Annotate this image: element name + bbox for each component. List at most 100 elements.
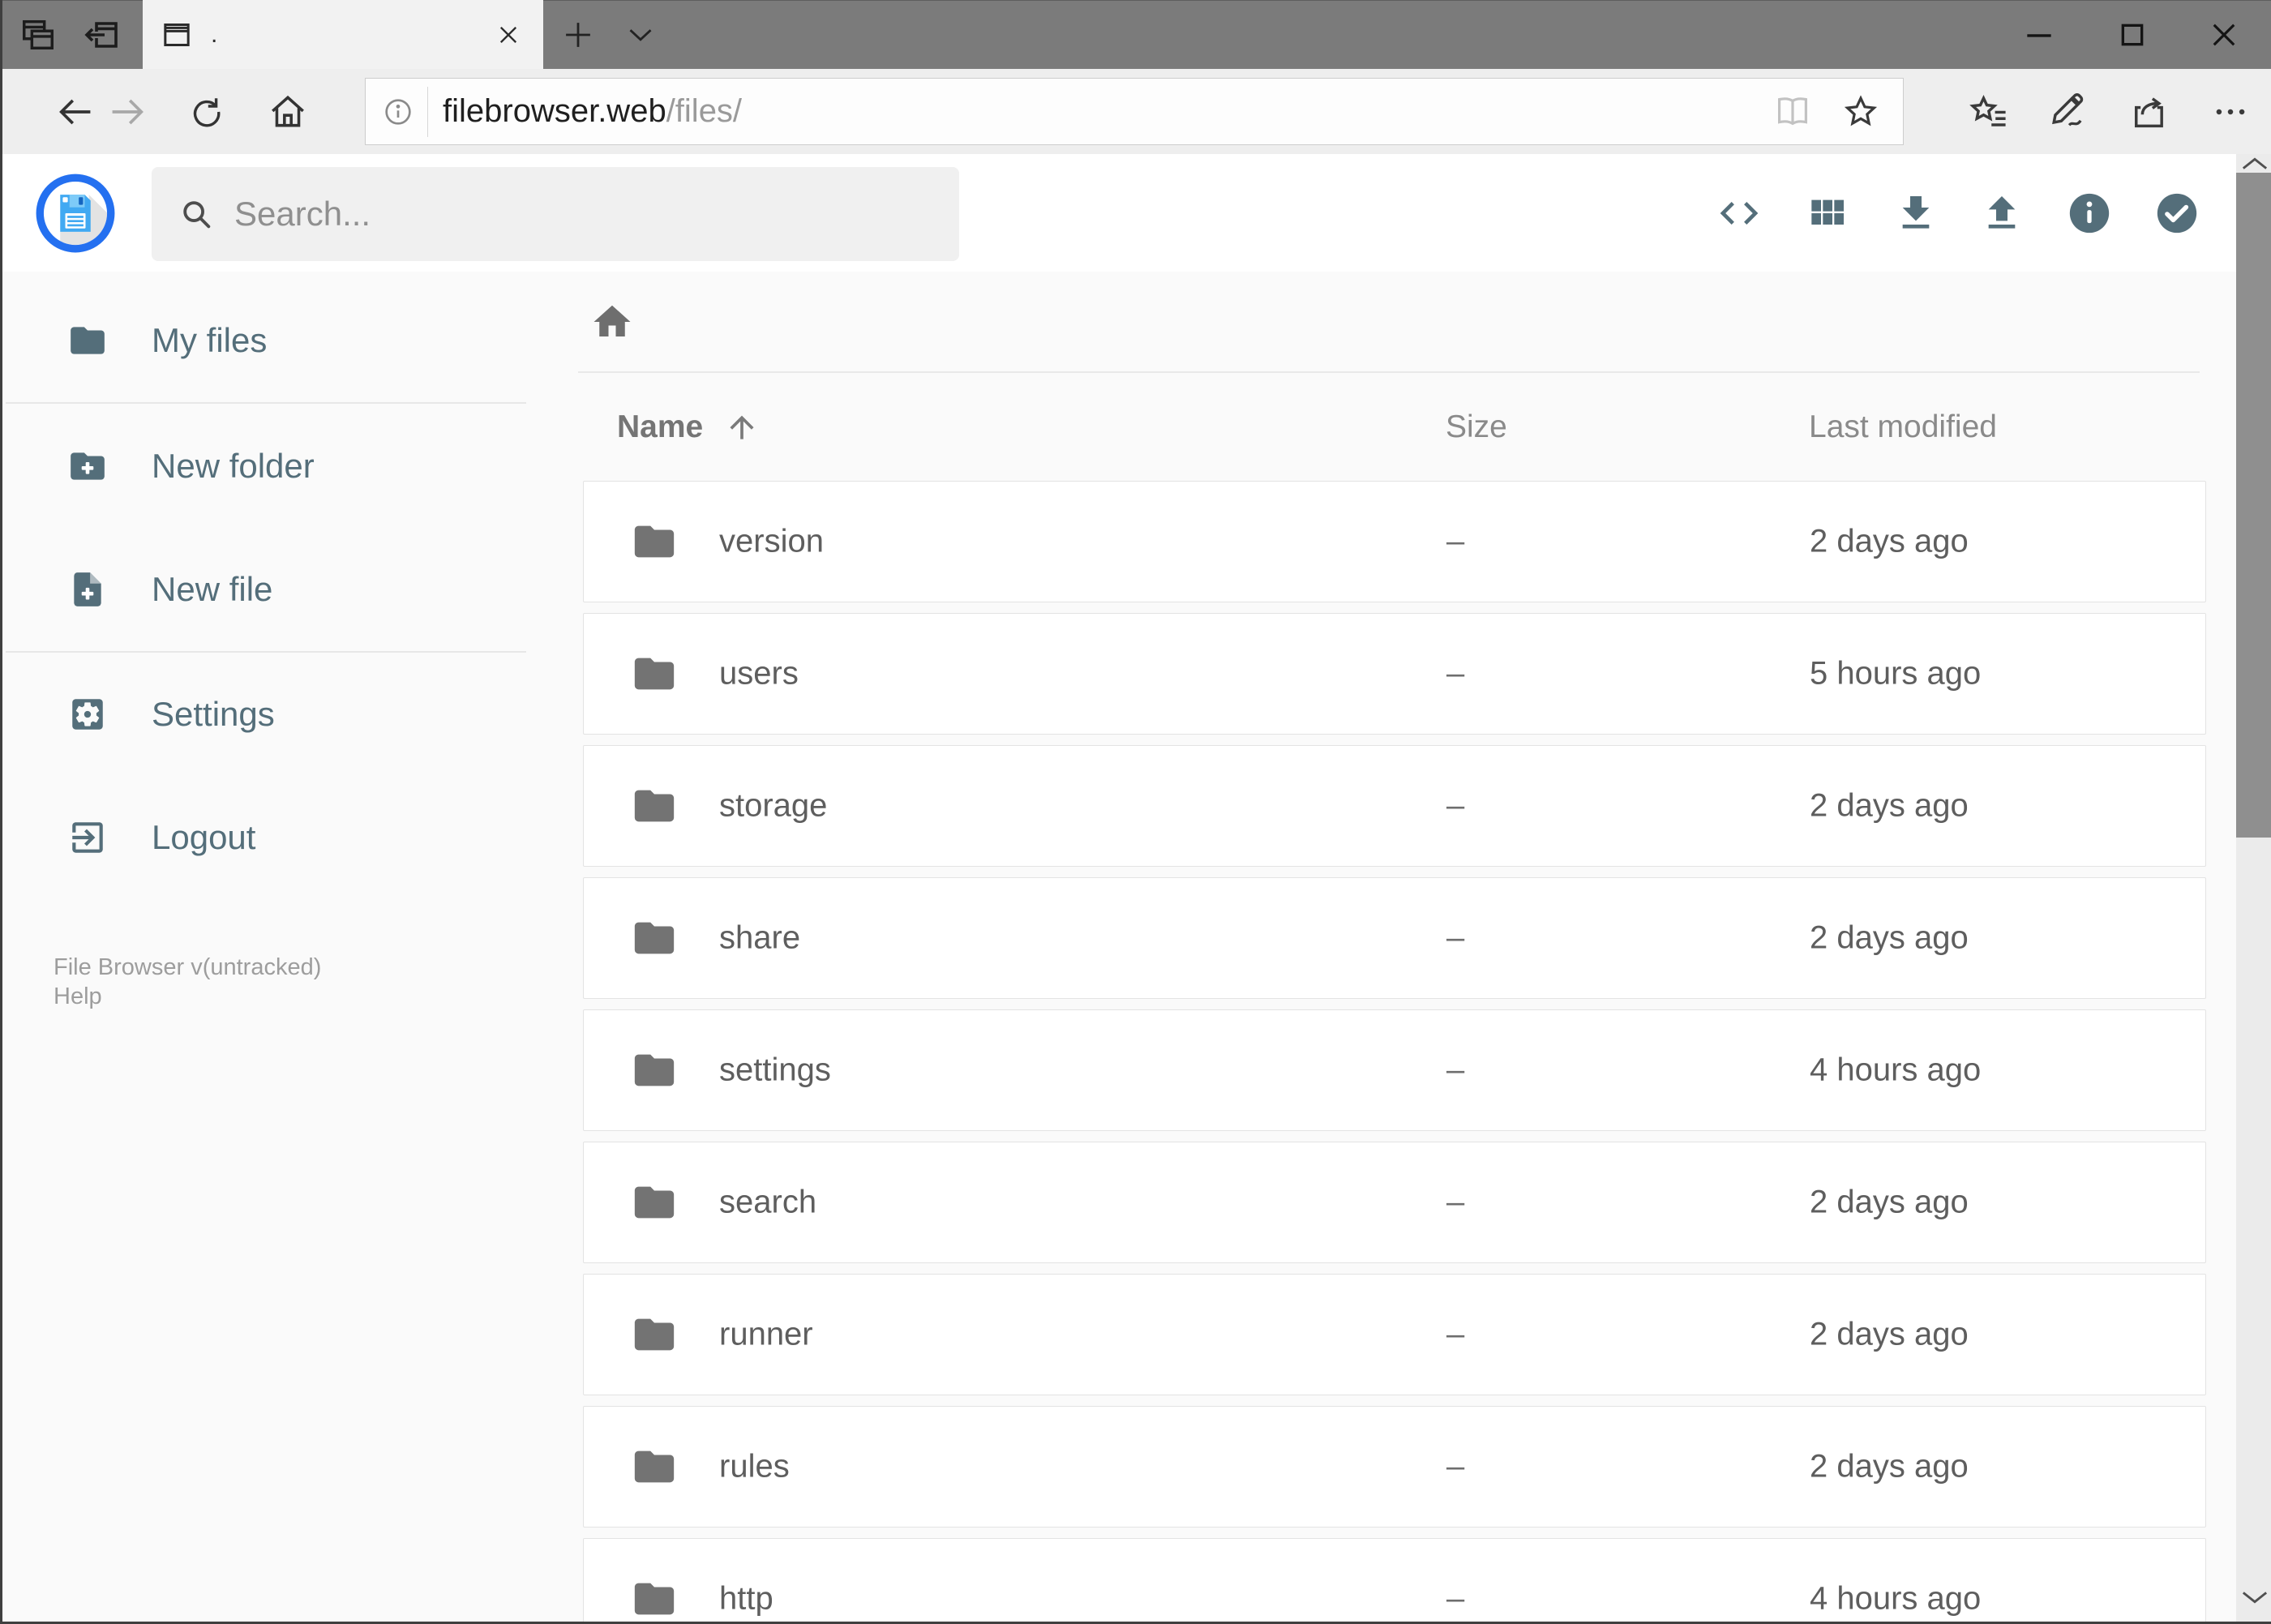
row-size: – — [1446, 1580, 1465, 1617]
scroll-down-button[interactable] — [2236, 1588, 2271, 1607]
row-modified: 2 days ago — [1810, 1316, 1969, 1352]
reading-view-icon[interactable] — [1773, 92, 1812, 131]
home-button[interactable] — [262, 69, 314, 154]
address-separator — [427, 86, 428, 137]
scrollbar-thumb[interactable] — [2236, 173, 2271, 838]
column-modified-label: Last modified — [1809, 409, 1997, 444]
url-text: filebrowser.web/files/ — [443, 93, 1773, 130]
file-row-version[interactable]: version – 2 days ago — [583, 481, 2206, 602]
minimize-button[interactable] — [1999, 0, 2080, 69]
restore-tabs-icon — [82, 15, 121, 54]
row-name: runner — [719, 1316, 813, 1352]
forward-button[interactable] — [101, 69, 153, 154]
sidebar-item-label: New file — [152, 570, 273, 608]
search-icon — [178, 195, 215, 233]
app-credits: File Browser v(untracked) Help — [54, 953, 321, 1011]
restore-tabs-button[interactable] — [80, 0, 122, 69]
folder-icon — [631, 1575, 678, 1622]
file-row-search[interactable]: search – 2 days ago — [583, 1142, 2206, 1263]
file-row-users[interactable]: users – 5 hours ago — [583, 613, 2206, 735]
tab-title: . — [211, 20, 218, 48]
sidebar-item-settings[interactable]: Settings — [2, 675, 538, 753]
shell-toggle-button[interactable] — [1712, 154, 1767, 272]
file-row-runner[interactable]: runner – 2 days ago — [583, 1274, 2206, 1395]
row-size: – — [1446, 1184, 1465, 1220]
file-row-rules[interactable]: rules – 2 days ago — [583, 1406, 2206, 1528]
file-info-button[interactable] — [2062, 154, 2117, 272]
page-scrollbar[interactable] — [2236, 154, 2271, 1622]
select-multiple-button[interactable] — [2149, 154, 2205, 272]
download-button[interactable] — [1888, 154, 1943, 272]
column-size-label: Size — [1446, 409, 1507, 444]
logout-icon — [67, 817, 108, 858]
upload-button[interactable] — [1974, 154, 2029, 272]
maximize-button[interactable] — [2092, 0, 2173, 69]
row-size: – — [1446, 523, 1465, 559]
switch-view-button[interactable] — [1799, 154, 1854, 272]
row-name: share — [719, 919, 801, 956]
grid-view-icon — [1804, 191, 1849, 236]
row-name: rules — [719, 1448, 790, 1485]
address-bar[interactable]: filebrowser.web/files/ — [365, 78, 1904, 145]
tab-close-icon[interactable] — [495, 21, 522, 49]
more-ellipsis-icon — [2209, 91, 2252, 133]
new-tab-button[interactable] — [558, 0, 598, 69]
sidebar-item-label: Logout — [152, 818, 256, 856]
folder-icon — [631, 782, 678, 829]
column-header-modified[interactable]: Last modified — [1809, 408, 1997, 447]
chevron-down-icon — [2241, 1590, 2269, 1605]
sidebar-item-my-files[interactable]: My files — [2, 302, 538, 379]
search-placeholder: Search... — [234, 195, 371, 233]
folder-icon — [631, 1179, 678, 1226]
chevron-down-icon — [624, 19, 657, 51]
code-brackets-icon — [1716, 191, 1762, 236]
folder-icon — [631, 518, 678, 565]
folder-icon — [631, 1311, 678, 1358]
pen-icon — [2047, 91, 2089, 133]
browser-tab[interactable]: . — [143, 0, 543, 69]
share-button[interactable] — [2123, 69, 2175, 154]
file-row-share[interactable]: share – 2 days ago — [583, 877, 2206, 999]
row-modified: 4 hours ago — [1810, 1052, 1982, 1088]
sidebar-item-new-folder[interactable]: New folder — [2, 427, 538, 505]
version-text: File Browser v(untracked) — [54, 954, 322, 980]
file-row-storage[interactable]: storage – 2 days ago — [583, 745, 2206, 867]
tabs-aside-icon — [19, 16, 57, 54]
home-icon — [268, 92, 308, 132]
favorite-star-icon[interactable] — [1841, 92, 1880, 131]
close-window-button[interactable] — [2183, 0, 2265, 69]
row-modified: 2 days ago — [1810, 523, 1969, 559]
row-modified: 4 hours ago — [1810, 1580, 1982, 1617]
column-header-name[interactable]: Name — [617, 408, 760, 447]
scroll-up-button[interactable] — [2236, 154, 2271, 174]
app-logo[interactable] — [35, 173, 116, 254]
sidebar-item-logout[interactable]: Logout — [2, 799, 538, 876]
sidebar-item-new-file[interactable]: New file — [2, 551, 538, 628]
browser-settings-button[interactable] — [2205, 69, 2256, 154]
file-row-http[interactable]: http – 4 hours ago — [583, 1538, 2206, 1622]
sidebar-divider — [6, 651, 526, 653]
gear-icon — [67, 694, 108, 735]
folder-icon — [631, 1443, 678, 1490]
search-input[interactable]: Search... — [152, 167, 959, 261]
help-link[interactable]: Help — [54, 982, 321, 1011]
folder-icon — [631, 650, 678, 697]
breadcrumb-home[interactable] — [590, 300, 634, 344]
back-arrow-icon — [54, 91, 96, 133]
column-header-size[interactable]: Size — [1446, 408, 1507, 447]
file-row-settings[interactable]: settings – 4 hours ago — [583, 1009, 2206, 1131]
sort-arrow-up-icon — [724, 409, 760, 445]
web-note-button[interactable] — [2042, 69, 2094, 154]
set-tabs-aside-button[interactable] — [17, 0, 59, 69]
minimize-icon — [2021, 17, 2057, 53]
tab-preview-button[interactable] — [620, 0, 661, 69]
download-icon — [1893, 191, 1939, 236]
hub-button[interactable] — [1963, 69, 2015, 154]
row-name: users — [719, 655, 799, 692]
refresh-button[interactable] — [181, 69, 233, 154]
site-info-icon[interactable] — [382, 96, 414, 128]
back-button[interactable] — [49, 69, 101, 154]
sidebar-item-label: New folder — [152, 447, 315, 485]
breadcrumb-divider — [578, 371, 2200, 373]
maximize-icon — [2116, 19, 2149, 51]
